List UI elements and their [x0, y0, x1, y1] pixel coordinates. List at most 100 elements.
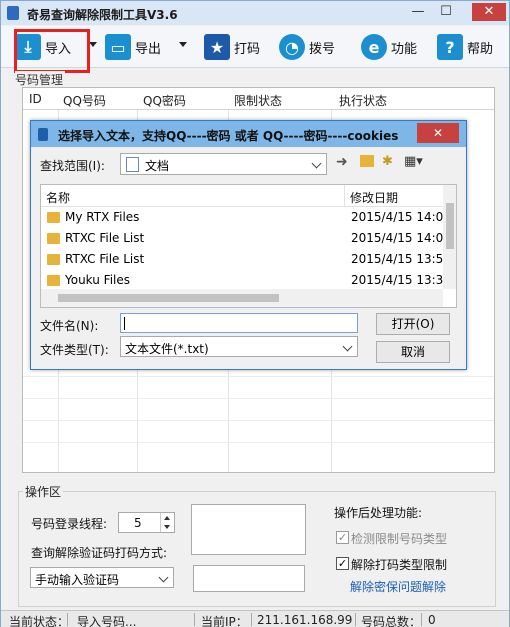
dialog-title: 选择导入文本，支持QQ----密码 或者 QQ----密码----cookies: [58, 129, 399, 143]
col-id[interactable]: ID: [29, 92, 42, 106]
file-date: 2015/4/15 14:01: [351, 231, 451, 245]
folder-icon: [47, 254, 60, 265]
chevron-down-icon: [158, 572, 169, 583]
dialog-app-icon: [38, 128, 48, 141]
file-name: RTXC File List: [65, 252, 145, 266]
captcha-image-box: [191, 504, 306, 555]
chevron-down-icon: [311, 158, 322, 169]
filetype-label: 文件类型(T):: [40, 343, 109, 357]
list-item[interactable]: RTXC File List 2015/4/15 13:59: [41, 249, 451, 270]
features-label: 功能: [391, 41, 418, 57]
col-exec-status[interactable]: 执行状态: [339, 92, 387, 109]
folder-icon: [47, 275, 60, 286]
list-item[interactable]: RTXC File List 2015/4/15 14:01: [41, 228, 451, 249]
dialog-title-bar: 选择导入文本，支持QQ----密码 或者 QQ----密码----cookies…: [31, 121, 466, 147]
status-divider: [355, 613, 356, 626]
stepper-up-icon[interactable]: [164, 516, 170, 520]
grid-header: ID QQ号码 QQ密码 限制状态 执行状态: [23, 88, 494, 110]
current-status-value: 导入号码...: [77, 615, 137, 627]
help-icon: ?: [437, 34, 463, 60]
current-ip-value: 211.161.168.99: [257, 613, 353, 627]
help-label: 帮助: [467, 41, 494, 57]
file-list-header: 名称 修改日期: [41, 185, 456, 207]
filename-label: 文件名(N):: [40, 319, 99, 333]
look-in-value: 文档: [145, 159, 170, 173]
chevron-down-icon: [342, 341, 353, 352]
status-divider: [67, 613, 68, 626]
cancel-button[interactable]: 取消: [376, 341, 450, 363]
features-button[interactable]: e 功能: [361, 30, 417, 64]
help-button[interactable]: ? 帮助: [437, 30, 493, 64]
scroll-thumb[interactable]: [58, 294, 279, 302]
new-folder-icon[interactable]: ✱: [382, 154, 393, 169]
captcha-mode-label: 查询解除验证码打码方式:: [31, 546, 168, 560]
status-divider: [194, 613, 195, 626]
horizontal-scrollbar[interactable]: [41, 289, 443, 307]
browser-e-icon: e: [361, 34, 387, 60]
list-item[interactable]: Youku Files 2015/4/15 13:38: [41, 270, 451, 291]
status-bar: 当前状态： 导入号码... 当前IP： 211.161.168.99 号码总数：…: [1, 610, 509, 627]
dial-button[interactable]: ◔ 拨号: [279, 30, 335, 64]
dialog-close-icon[interactable]: ✕: [417, 123, 459, 143]
file-date: 2015/4/15 13:59: [351, 252, 451, 266]
stepper-arrows[interactable]: [160, 513, 174, 532]
current-ip-label: 当前IP：: [201, 615, 248, 627]
file-date: 2015/4/15 14:03: [351, 210, 451, 224]
import-highlight-box: [14, 29, 90, 73]
dial-code-label: 打码: [234, 41, 261, 57]
status-divider: [251, 613, 252, 626]
open-button[interactable]: 打开(O): [376, 313, 450, 335]
close-icon[interactable]: ✕: [472, 3, 506, 21]
login-threads-stepper[interactable]: 5: [118, 512, 175, 533]
detect-limit-checkbox[interactable]: ✓: [336, 531, 349, 544]
status-divider: [421, 613, 422, 626]
export-button[interactable]: ▭ 导出: [105, 30, 161, 64]
star-icon: ★: [204, 34, 230, 60]
back-arrow-icon[interactable]: ➜: [336, 154, 348, 170]
detect-limit-label: 检测限制号码类型: [351, 532, 448, 546]
minimize-icon[interactable]: —: [406, 3, 430, 21]
look-in-label: 查找范围(I):: [40, 159, 105, 173]
folder-icon: [47, 233, 60, 244]
captcha-mode-select[interactable]: 手动输入验证码: [30, 567, 174, 588]
unlock-question-link[interactable]: 解除密保问题解除: [350, 578, 446, 595]
file-name: RTXC File List: [65, 231, 145, 245]
window-title: 奇易查询解除限制工具V3.6: [27, 8, 178, 22]
total-value: 0: [428, 613, 436, 627]
stepper-down-icon[interactable]: [164, 525, 170, 529]
grid-divider: [23, 420, 494, 421]
folder-icon: [47, 212, 60, 223]
maximize-icon[interactable]: ☐: [434, 3, 458, 21]
header-divider: [344, 185, 345, 207]
captcha-input[interactable]: [193, 565, 305, 592]
dial-code-button[interactable]: ★ 打码: [204, 30, 260, 64]
number-manage-group-label: 号码管理: [15, 71, 66, 88]
up-folder-icon[interactable]: [360, 155, 374, 167]
total-label: 号码总数：: [361, 615, 422, 627]
import-dropdown-icon[interactable]: [89, 42, 97, 47]
unlock-dial-checkbox[interactable]: ✓: [336, 557, 349, 570]
text-caret: [124, 317, 125, 330]
col-limit-status[interactable]: 限制状态: [234, 92, 282, 109]
dial-label: 拨号: [309, 41, 336, 57]
captcha-mode-value: 手动输入验证码: [35, 573, 120, 587]
col-qq-password[interactable]: QQ密码: [143, 92, 186, 109]
export-label: 导出: [135, 41, 162, 57]
look-in-select[interactable]: 文档: [120, 153, 327, 175]
list-item[interactable]: My RTX Files 2015/4/15 14:03: [41, 207, 451, 228]
view-menu-icon[interactable]: ▦▾: [404, 154, 423, 169]
export-dropdown-icon[interactable]: [179, 42, 187, 47]
scroll-thumb[interactable]: [446, 203, 454, 249]
grid-divider: [23, 376, 494, 377]
col-qq-number[interactable]: QQ号码: [63, 92, 106, 109]
current-status-label: 当前状态：: [9, 615, 70, 627]
vertical-scrollbar[interactable]: [443, 185, 456, 289]
login-threads-value: 5: [134, 516, 142, 530]
grid-divider: [23, 398, 494, 399]
col-modified-date[interactable]: 修改日期: [350, 189, 398, 206]
file-list[interactable]: 名称 修改日期 My RTX Files 2015/4/15 14:03 RTX…: [40, 184, 457, 308]
grid-divider: [23, 442, 494, 443]
col-name[interactable]: 名称: [46, 189, 70, 206]
filename-input[interactable]: [120, 313, 358, 333]
filetype-select[interactable]: 文本文件(*.txt): [120, 336, 358, 357]
